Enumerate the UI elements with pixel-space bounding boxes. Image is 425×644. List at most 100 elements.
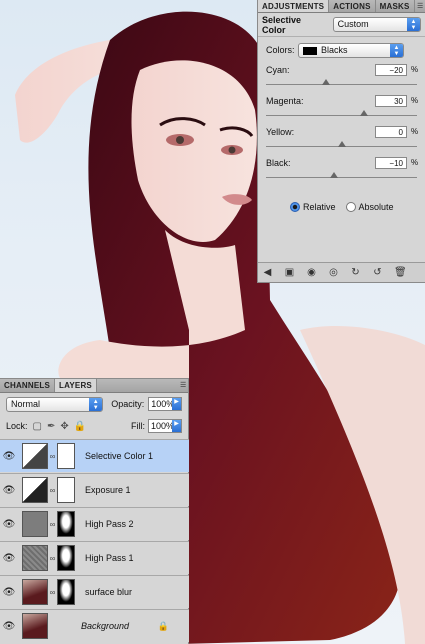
magenta-track[interactable] <box>266 115 417 116</box>
blend-mode-dropdown[interactable]: Normal ▲ ▼ <box>6 396 104 412</box>
layer-row[interactable]: 👁 ∞ Selective Color 1 <box>0 439 189 472</box>
panel-menu-icon[interactable]: ☰ <box>417 0 425 12</box>
back-arrow-icon[interactable]: ◀ <box>262 267 273 278</box>
black-slider-thumb[interactable] <box>329 172 338 178</box>
mask-thumbnail[interactable] <box>57 443 75 469</box>
layers-tab-bar: CHANNELS LAYERS ☰ <box>0 379 188 393</box>
cyan-label: Cyan: <box>266 65 290 75</box>
blend-row: Normal ▲ ▼ Opacity: 100% ▶ <box>0 393 188 415</box>
dropdown-arrow-icon: ▲ ▼ <box>390 43 403 57</box>
layer-name: Selective Color 1 <box>85 451 154 461</box>
eye-icon[interactable]: 👁 <box>0 587 18 598</box>
cyan-unit: % <box>411 65 419 74</box>
tab-masks[interactable]: MASKS <box>376 0 415 12</box>
link-icon[interactable]: ∞ <box>48 520 57 529</box>
colors-label: Colors: <box>266 45 295 55</box>
absolute-radio-dot[interactable] <box>345 202 356 212</box>
magenta-slider-thumb[interactable] <box>360 110 369 116</box>
dropdown-arrow-icon: ▲ ▼ <box>89 397 103 411</box>
layer-name: High Pass 1 <box>85 553 134 563</box>
eye-icon[interactable]: 👁 <box>0 451 18 462</box>
relative-radio[interactable]: Relative <box>290 202 336 212</box>
yellow-slider-thumb[interactable] <box>337 141 346 147</box>
cyan-slider-thumb[interactable] <box>322 79 331 85</box>
adjustments-footer: ◀ ▣ ◉ ◎ ↻ ↺ 🗑 <box>258 262 425 282</box>
eye-icon[interactable]: 👁 <box>0 485 18 496</box>
clip-layer-icon[interactable]: ◉ <box>306 267 317 278</box>
cyan-input[interactable]: −20 <box>375 64 407 76</box>
layer-row[interactable]: 👁 Background 🔒 <box>0 609 189 642</box>
previous-state-icon[interactable]: ↻ <box>350 267 361 278</box>
preset-dropdown[interactable]: Custom ▲ ▼ <box>332 17 421 32</box>
tab-actions[interactable]: ACTIONS <box>329 0 376 12</box>
layer-thumbnail <box>22 511 48 537</box>
eye-icon[interactable]: 👁 <box>0 519 18 530</box>
lock-pixels-icon[interactable]: ✒ <box>47 421 55 432</box>
lock-transparency-icon[interactable]: ▢ <box>33 421 42 432</box>
colors-row: Colors: Blacks ▲ ▼ <box>258 39 425 61</box>
color-swatch <box>303 46 317 55</box>
lock-all-icon[interactable]: 🔒 <box>74 421 86 432</box>
black-input[interactable]: −10 <box>375 157 407 169</box>
fill-group: Fill: 100% ▶ <box>131 419 182 433</box>
blend-mode-value: Normal <box>11 398 41 409</box>
mask-thumbnail[interactable] <box>57 545 75 571</box>
eye-icon[interactable]: 👁 <box>0 553 18 564</box>
adjustment-thumbnail <box>22 443 48 469</box>
lock-label: Lock: <box>6 421 28 431</box>
opacity-arrow-icon[interactable]: ▶ <box>172 398 181 410</box>
layer-name: Background <box>81 621 130 631</box>
lock-position-icon[interactable]: ✥ <box>60 421 68 432</box>
mask-thumbnail[interactable] <box>57 511 75 537</box>
panel-menu-icon[interactable]: ☰ <box>180 379 188 392</box>
black-track[interactable] <box>266 177 417 178</box>
layer-name: surface blur <box>85 587 133 597</box>
fill-value: 100% <box>151 421 175 431</box>
link-icon[interactable]: ∞ <box>48 554 57 563</box>
adjustment-header: Selective Color Custom ▲ ▼ <box>258 13 425 37</box>
opacity-label: Opacity: <box>111 399 145 409</box>
colors-dropdown[interactable]: Blacks ▲ ▼ <box>298 42 404 58</box>
fill-arrow-icon[interactable]: ▶ <box>172 420 181 432</box>
black-slider-row: Black: −10 % <box>258 154 425 185</box>
tab-adjustments[interactable]: ADJUSTMENTS <box>258 0 330 12</box>
yellow-label: Yellow: <box>266 127 295 137</box>
layer-name: Exposure 1 <box>85 485 131 495</box>
black-unit: % <box>411 158 419 167</box>
reset-icon[interactable]: ↺ <box>372 267 383 278</box>
absolute-radio[interactable]: Absolute <box>345 202 394 212</box>
trash-icon[interactable]: 🗑 <box>394 267 407 278</box>
magenta-label: Magenta: <box>266 96 304 106</box>
layer-row[interactable]: 👁 ∞ surface blur <box>0 575 189 608</box>
link-icon[interactable]: ∞ <box>48 486 57 495</box>
yellow-input[interactable]: 0 <box>375 126 407 138</box>
magenta-slider-row: Magenta: 30 % <box>258 92 425 123</box>
fill-input[interactable]: 100% ▶ <box>148 419 182 433</box>
mask-thumbnail[interactable] <box>57 579 75 605</box>
opacity-input[interactable]: 100% ▶ <box>148 397 182 411</box>
relative-radio-dot[interactable] <box>290 202 300 212</box>
opacity-value: 100% <box>151 399 175 409</box>
layer-name: High Pass 2 <box>85 519 134 529</box>
layers-panel: CHANNELS LAYERS ☰ Normal ▲ ▼ Opacity: 100… <box>0 378 189 644</box>
layer-row[interactable]: 👁 ∞ High Pass 2 <box>0 507 189 540</box>
layer-row[interactable]: 👁 ∞ Exposure 1 <box>0 473 189 506</box>
dropdown-arrow-icon: ▲ ▼ <box>407 18 420 31</box>
layer-row[interactable]: 👁 ∞ High Pass 1 <box>0 541 189 574</box>
visibility-icon[interactable]: ◎ <box>328 267 339 278</box>
magenta-input[interactable]: 30 <box>375 95 407 107</box>
tab-layers[interactable]: LAYERS <box>55 379 97 392</box>
fit-screen-icon[interactable]: ▣ <box>284 267 295 278</box>
link-icon[interactable]: ∞ <box>48 452 57 461</box>
layer-thumbnail <box>22 579 48 605</box>
adjustments-tab-bar: ADJUSTMENTS ACTIONS MASKS ☰ <box>258 0 425 13</box>
adjustments-panel: ADJUSTMENTS ACTIONS MASKS ☰ Selective Co… <box>257 0 425 283</box>
colors-value: Blacks <box>321 44 348 55</box>
mask-thumbnail[interactable] <box>57 477 75 503</box>
eye-icon[interactable]: 👁 <box>0 621 18 632</box>
yellow-unit: % <box>411 127 419 136</box>
tab-channels[interactable]: CHANNELS <box>0 379 56 392</box>
cyan-track[interactable] <box>266 84 417 85</box>
adjustment-title: Selective Color <box>262 14 302 35</box>
link-icon[interactable]: ∞ <box>48 588 57 597</box>
